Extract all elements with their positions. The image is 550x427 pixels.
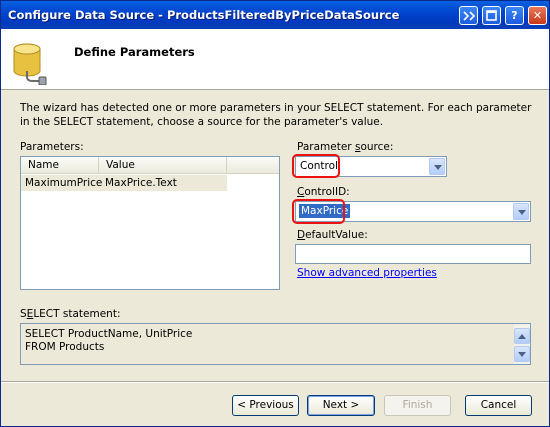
highlight-ring-control-id (292, 199, 345, 224)
page-title: Define Parameters (74, 45, 195, 59)
cancel-button[interactable]: Cancel (465, 395, 532, 416)
close-button[interactable]: ✕ (528, 6, 547, 25)
table-row[interactable]: MaximumPrice MaxPrice.Text (21, 175, 227, 191)
help-button[interactable]: ? (505, 6, 524, 25)
database-icon (13, 43, 47, 85)
maximize-icon[interactable] (482, 6, 501, 25)
column-header-value[interactable]: Value (99, 157, 227, 173)
scroll-up-icon[interactable] (514, 328, 530, 344)
select-statement-label: SELECT statement: (20, 308, 121, 320)
parameter-source-label: Parameter source: (297, 141, 394, 153)
parameters-list[interactable]: Name Value MaximumPrice MaxPrice.Text (20, 156, 280, 290)
select-statement-box[interactable]: SELECT ProductName, UnitPrice FROM Produ… (20, 323, 531, 365)
sql-scrollbar[interactable] (514, 324, 530, 364)
parameter-value-cell: MaxPrice.Text (105, 177, 177, 189)
control-id-label: ControlID: (297, 186, 350, 198)
title-bar[interactable]: Configure Data Source - ProductsFiltered… (1, 1, 549, 29)
previous-button[interactable]: < Previous (232, 395, 299, 416)
chevron-down-icon[interactable] (513, 203, 529, 220)
parameters-list-header: Name Value (21, 157, 279, 174)
wizard-header: Define Parameters (1, 29, 549, 90)
footer-divider (1, 381, 549, 383)
restore-down-icon[interactable] (459, 6, 478, 25)
parameter-name-cell: MaximumPrice (25, 177, 103, 189)
finish-button[interactable]: Finish (384, 395, 451, 416)
sql-line-1: SELECT ProductName, UnitPrice (25, 328, 193, 340)
parameters-label: Parameters: (20, 141, 84, 153)
next-button[interactable]: Next > (307, 395, 375, 416)
default-value-field[interactable] (295, 244, 531, 264)
show-advanced-properties-link[interactable]: Show advanced properties (297, 267, 437, 279)
window-title: Configure Data Source - ProductsFiltered… (8, 8, 400, 22)
sql-line-2: FROM Products (25, 341, 105, 353)
scroll-down-icon[interactable] (514, 346, 530, 362)
default-value-label: DefaultValue: (297, 229, 368, 241)
wizard-description: The wizard has detected one or more para… (20, 102, 532, 128)
configure-data-source-dialog: Configure Data Source - ProductsFiltered… (0, 0, 550, 427)
column-header-name[interactable]: Name (21, 157, 99, 173)
highlight-ring-parameter-source (292, 154, 340, 178)
chevron-down-icon[interactable] (429, 158, 445, 175)
